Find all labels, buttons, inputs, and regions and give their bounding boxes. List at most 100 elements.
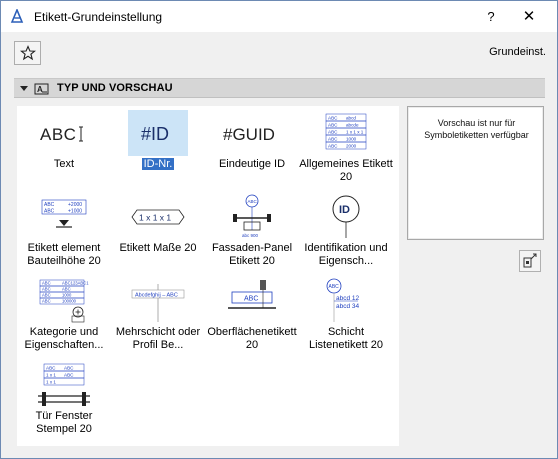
label-type-name-text: ID-Nr. xyxy=(141,158,175,170)
label-type-name-text: Eindeutige ID xyxy=(218,158,286,170)
svg-text:ABC: ABC xyxy=(328,130,338,135)
label-type-name-text: Tür Fenster Stempel 20 xyxy=(35,410,93,435)
label-type-name: Etikett element Bauteilhöhe 20 xyxy=(17,242,111,268)
favorites-button[interactable] xyxy=(14,41,41,65)
svg-text:100000: 100000 xyxy=(62,299,77,304)
section-title: TYP UND VORSCHAU xyxy=(57,82,173,94)
label-type-item[interactable]: ABC abcd 12 abcd 34 Schicht Listenetikett 2… xyxy=(299,274,393,356)
preview-message: Vorschau ist nur für Symboletiketten ver… xyxy=(424,118,529,140)
preview-options-button[interactable] xyxy=(519,250,541,272)
label-type-name: Mehrschicht oder Profil Be... xyxy=(111,326,205,352)
window-title: Etikett-Grundeinstellung xyxy=(34,10,163,24)
svg-text:1 x 1: 1 x 1 xyxy=(46,380,56,385)
general-label-icon: ABC abcd ABC abcde ABC 1 x 1 x 1 ABC 1000 ABC 200… xyxy=(316,110,376,156)
svg-text:ABC: ABC xyxy=(328,116,338,121)
svg-text:ABC: ABC xyxy=(42,287,51,292)
svg-text:Abcdefghij – ABC: Abcdefghij – ABC xyxy=(135,293,178,299)
label-type-item[interactable]: 1 x 1 x 1 Etikett Maße 20 xyxy=(111,190,205,272)
facade-panel-label-icon: ABC abc 900 xyxy=(222,194,282,240)
label-settings-icon: A xyxy=(34,83,49,95)
svg-text:ABC: ABC xyxy=(62,287,71,292)
label-type-grid: ABC Text #ID ID-Nr. #GUID Eindeutige ID ABC abc… xyxy=(17,106,399,446)
label-type-name-text: Etikett element Bauteilhöhe 20 xyxy=(27,242,101,267)
label-type-name: Oberflächenetikett 20 xyxy=(205,326,299,352)
svg-text:#ID: #ID xyxy=(141,124,169,144)
identification-label-icon: ID xyxy=(316,194,376,240)
label-type-item[interactable]: ABC +2000 ABC +1000 Etikett element Bauteilh… xyxy=(17,190,111,272)
svg-text:ABC: ABC xyxy=(64,373,74,378)
svg-text:2000: 2000 xyxy=(346,144,357,149)
label-type-item[interactable]: ABC ABC 1 x 1 ABC 1 x 1 Tür Fenster Stempel 2… xyxy=(17,358,111,440)
composite-label-icon: Abcdefghij – ABC xyxy=(128,278,188,324)
close-button[interactable]: ✕ xyxy=(513,6,545,28)
svg-text:ABC: ABC xyxy=(42,293,51,298)
label-type-name: Identifikation und Eigensch... xyxy=(299,242,393,268)
label-type-name-text: Fassaden-Panel Etikett 20 xyxy=(211,242,293,267)
layer-list-label-icon: ABC abcd 12 abcd 34 xyxy=(316,278,376,324)
label-type-name: Kategorie und Eigenschaften... xyxy=(17,326,111,352)
svg-text:abcde: abcde xyxy=(346,123,359,128)
guid-label-icon: #GUID xyxy=(222,110,282,156)
door-window-stamp-icon: ABC ABC 1 x 1 ABC 1 x 1 xyxy=(34,362,94,408)
label-type-item[interactable]: #ID ID-Nr. xyxy=(111,106,205,188)
svg-text:ABC: ABC xyxy=(328,123,338,128)
label-type-name: Etikett Maße 20 xyxy=(111,242,205,255)
svg-text:ABC: ABC xyxy=(42,299,51,304)
label-type-item[interactable]: #GUID Eindeutige ID xyxy=(205,106,299,188)
svg-text:+1000: +1000 xyxy=(68,209,82,215)
svg-text:ABC: ABC xyxy=(44,209,55,215)
preview-options-icon xyxy=(523,253,537,268)
preview-panel: Vorschau ist nur für Symboletiketten ver… xyxy=(407,106,544,240)
svg-text:ABC: ABC xyxy=(44,202,55,208)
label-type-name: ID-Nr. xyxy=(111,158,205,171)
label-type-name-text: Text xyxy=(53,158,75,170)
label-type-item[interactable]: ABC Text xyxy=(17,106,111,188)
default-settings-label: Grundeinst. xyxy=(489,46,546,58)
label-type-item[interactable]: ABC ABC123ABC1 ABC ABC ABC 1000 ABC 100000 Kateg… xyxy=(17,274,111,356)
archicad-app-icon xyxy=(10,9,24,23)
svg-text:ID: ID xyxy=(339,204,350,216)
svg-text:#GUID: #GUID xyxy=(223,125,275,144)
label-type-item[interactable]: Abcdefghij – ABC Mehrschicht oder Profil … xyxy=(111,274,205,356)
id-label-icon: #ID xyxy=(128,110,188,156)
svg-text:ABC: ABC xyxy=(40,125,76,144)
label-type-name-text: Mehrschicht oder Profil Be... xyxy=(115,326,201,351)
title-bar[interactable]: Etikett-Grundeinstellung ? ✕ xyxy=(1,1,557,32)
label-type-name: Tür Fenster Stempel 20 xyxy=(17,410,111,436)
dimension-label-icon: 1 x 1 x 1 xyxy=(128,194,188,240)
label-type-item[interactable]: ABC abc 900 Fassaden-Panel Etikett 20 xyxy=(205,190,299,272)
svg-text:ABC: ABC xyxy=(329,284,340,290)
dialog-window: Etikett-Grundeinstellung ? ✕ Grundeinst.… xyxy=(0,0,558,459)
label-type-name-text: Oberflächenetikett 20 xyxy=(207,326,297,351)
svg-text:abcd: abcd xyxy=(346,116,356,121)
svg-text:ABC: ABC xyxy=(328,137,338,142)
svg-text:A: A xyxy=(37,85,43,94)
label-type-item[interactable]: ABC Oberflächenetikett 20 xyxy=(205,274,299,356)
element-height-label-icon: ABC +2000 ABC +1000 xyxy=(34,194,94,240)
svg-text:1 x 1 x 1: 1 x 1 x 1 xyxy=(346,130,364,135)
svg-text:+2000: +2000 xyxy=(68,202,82,208)
svg-text:1 x 1 x 1: 1 x 1 x 1 xyxy=(139,213,171,223)
svg-text:ABC: ABC xyxy=(42,281,51,286)
svg-text:1 x 1: 1 x 1 xyxy=(46,373,56,378)
svg-text:1000: 1000 xyxy=(62,293,72,298)
label-type-name: Schicht Listenetikett 20 xyxy=(299,326,393,352)
svg-text:ABC: ABC xyxy=(64,366,74,371)
help-button[interactable]: ? xyxy=(477,6,505,28)
svg-text:ABC: ABC xyxy=(248,199,258,204)
label-type-name-text: Kategorie und Eigenschaften... xyxy=(24,326,104,351)
section-type-preview-header[interactable]: A TYP UND VORSCHAU xyxy=(14,78,545,98)
surface-label-icon: ABC xyxy=(222,278,282,324)
label-type-name-text: Etikett Maße 20 xyxy=(119,242,197,254)
svg-text:abcd 12: abcd 12 xyxy=(336,295,360,302)
collapse-triangle-icon[interactable] xyxy=(20,86,28,91)
svg-text:1000: 1000 xyxy=(346,137,357,142)
svg-text:ABC123ABC1: ABC123ABC1 xyxy=(62,281,89,286)
label-type-item[interactable]: ABC abcd ABC abcde ABC 1 x 1 x 1 ABC 1000 ABC 200… xyxy=(299,106,393,188)
svg-text:ABC: ABC xyxy=(244,296,258,303)
label-type-name: Eindeutige ID xyxy=(205,158,299,171)
svg-text:abc 900: abc 900 xyxy=(242,233,259,238)
label-type-item[interactable]: ID Identifikation und Eigensch... xyxy=(299,190,393,272)
label-type-name: Text xyxy=(17,158,111,171)
svg-text:ABC: ABC xyxy=(46,366,56,371)
